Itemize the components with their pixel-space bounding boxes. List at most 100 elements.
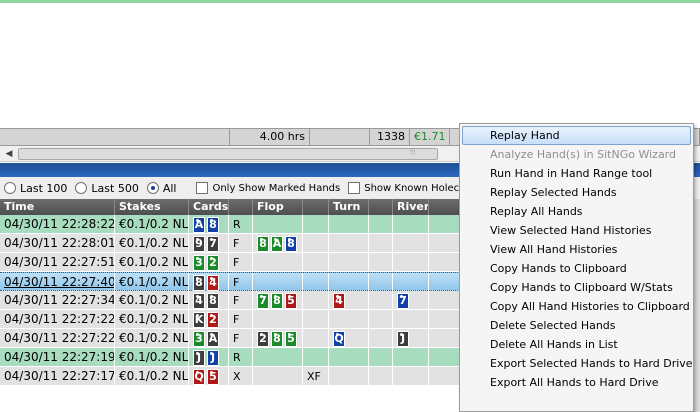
menu-item-export-selected[interactable]: Export Selected Hands to Hard Drive — [460, 354, 693, 373]
hand-time: 04/30/11 22:28:22 — [0, 215, 115, 234]
card-heart: Q — [193, 368, 205, 385]
column-header-time[interactable]: Time — [0, 199, 115, 215]
column-header-turn[interactable]: Turn — [329, 199, 369, 215]
card-heart: 5 — [285, 292, 297, 309]
turn-action — [369, 367, 393, 386]
card-spade: K — [193, 311, 205, 328]
card-club: 8 — [257, 235, 269, 252]
hand-stakes: €0.1/0.2 NL — [115, 348, 189, 367]
menu-item-hand-range-tool[interactable]: Run Hand in Hand Range tool — [460, 164, 693, 183]
hole-cards: 3 2 — [189, 253, 229, 272]
column-header-flop-action[interactable] — [303, 199, 329, 215]
hand-time: 04/30/11 22:27:17 — [0, 367, 115, 386]
summary-spacer-2 — [310, 129, 370, 145]
summary-spacer — [0, 129, 230, 145]
flop-action — [303, 215, 329, 234]
summary-amount: €1.71 — [410, 129, 450, 145]
filter-marked-hands[interactable]: Only Show Marked Hands — [196, 182, 340, 194]
card-heart: 4 — [333, 292, 345, 309]
card-club: 3 — [193, 330, 205, 347]
scrollbar-thumb[interactable] — [18, 148, 438, 160]
menu-item-replay-all[interactable]: Replay All Hands — [460, 202, 693, 221]
card-spade: 4 — [193, 292, 205, 309]
hand-stakes: €0.1/0.2 NL — [115, 273, 189, 292]
turn-action — [369, 329, 393, 348]
menu-item-delete-all[interactable]: Delete All Hands in List — [460, 335, 693, 354]
hand-stakes: €0.1/0.2 NL — [115, 291, 189, 310]
card-diamond: 8 — [207, 216, 219, 233]
column-header-flop[interactable]: Flop — [253, 199, 303, 215]
column-header-river[interactable]: River — [393, 199, 429, 215]
river-card — [393, 234, 429, 253]
menu-item-copy-hands[interactable]: Copy Hands to Clipboard — [460, 259, 693, 278]
column-header-stakes[interactable]: Stakes — [115, 199, 189, 215]
turn-card — [329, 234, 369, 253]
hole-cards: 8 4 — [189, 273, 229, 292]
menu-item-copy-hands-stats[interactable]: Copy Hands to Clipboard W/Stats — [460, 278, 693, 297]
column-header-cards[interactable]: Cards — [189, 199, 229, 215]
turn-action — [369, 253, 393, 272]
menu-item-view-all-histories[interactable]: View All Hand Histories — [460, 240, 693, 259]
turn-action — [369, 291, 393, 310]
card-spade: 9 — [193, 235, 205, 252]
preflop-action: F — [229, 234, 253, 253]
card-heart: 5 — [207, 368, 219, 385]
checkbox-icon[interactable] — [196, 182, 209, 194]
menu-item-view-selected-histories[interactable]: View Selected Hand Histories — [460, 221, 693, 240]
flop-cards: 7 8 5 — [253, 291, 303, 310]
context-menu: Replay Hand Analyze Hand(s) in SitNGo Wi… — [459, 123, 694, 412]
card-club: 7 — [257, 292, 269, 309]
menu-item-replay-hand[interactable]: Replay Hand — [462, 126, 691, 145]
hand-list-upper-pane — [0, 0, 700, 128]
card-spade: 8 — [193, 274, 205, 291]
column-header-turn-action[interactable] — [369, 199, 393, 215]
turn-action — [369, 348, 393, 367]
preflop-action: R — [229, 215, 253, 234]
hand-time: 04/30/11 22:27:34 — [0, 291, 115, 310]
hole-cards: 3 A — [189, 329, 229, 348]
flop-cards — [253, 253, 303, 272]
card-spade: 2 — [257, 330, 269, 347]
column-header-preflop-action[interactable] — [229, 199, 253, 215]
card-spade: J — [397, 330, 409, 347]
turn-card — [329, 273, 369, 292]
filter-last500[interactable]: Last 500 — [75, 181, 139, 195]
menu-item-replay-selected[interactable]: Replay Selected Hands — [460, 183, 693, 202]
filter-last500-label: Last 500 — [91, 181, 139, 195]
menu-item-delete-selected[interactable]: Delete Selected Hands — [460, 316, 693, 335]
filter-last100[interactable]: Last 100 — [4, 182, 67, 195]
flop-action — [303, 253, 329, 272]
turn-action — [369, 273, 393, 292]
menu-item-copy-all-histories[interactable]: Copy All Hand Histories to Clipboard — [460, 297, 693, 316]
radio-icon[interactable] — [4, 182, 16, 194]
preflop-action: F — [229, 291, 253, 310]
card-club: A — [271, 235, 283, 252]
preflop-action: F — [229, 329, 253, 348]
hole-cards: Q 5 — [189, 367, 229, 386]
river-card — [393, 273, 429, 292]
scroll-left-arrow-icon[interactable]: ◀ — [2, 147, 16, 161]
hand-stakes: €0.1/0.2 NL — [115, 234, 189, 253]
preflop-action: F — [229, 273, 253, 292]
hand-time: 04/30/11 22:27:22 — [0, 329, 115, 348]
radio-icon[interactable] — [75, 182, 88, 194]
hand-time: 04/30/11 22:27:22 — [0, 310, 115, 329]
card-club: 8 — [271, 292, 283, 309]
menu-item-export-all[interactable]: Export All Hands to Hard Drive — [460, 373, 693, 392]
radio-checked-icon[interactable] — [146, 182, 159, 194]
card-diamond: 8 — [285, 235, 297, 252]
flop-action — [303, 348, 329, 367]
filter-all[interactable]: All — [146, 182, 176, 195]
checkbox-icon[interactable] — [348, 182, 361, 194]
hand-stakes: €0.1/0.2 NL — [115, 215, 189, 234]
turn-card: 4 — [329, 291, 369, 310]
turn-card — [329, 253, 369, 272]
card-diamond: Q — [333, 330, 345, 347]
turn-action — [369, 234, 393, 253]
card-diamond: A — [193, 216, 205, 233]
hand-time: 04/30/11 22:27:19 — [0, 348, 115, 367]
flop-action — [303, 234, 329, 253]
flop-cards — [253, 348, 303, 367]
flop-action — [303, 291, 329, 310]
menu-item-analyze-sitngo: Analyze Hand(s) in SitNGo Wizard — [490, 148, 676, 161]
